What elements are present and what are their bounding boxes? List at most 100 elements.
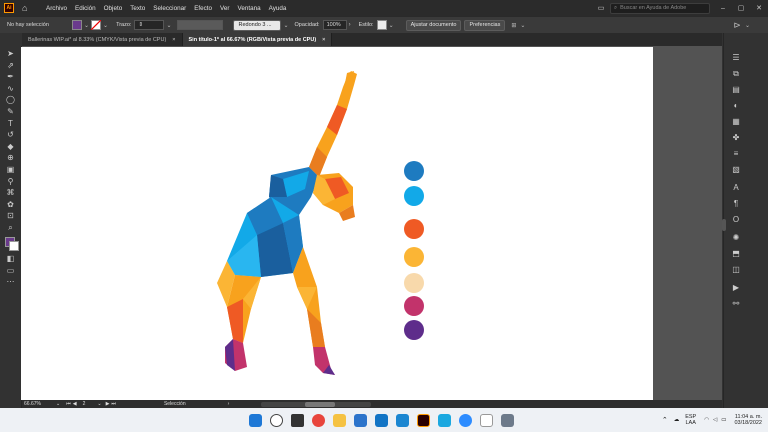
close-icon[interactable]: ✕ [750,4,768,12]
variable-width-field[interactable] [177,20,224,30]
blend-tool-icon[interactable]: ⌘ [4,188,18,198]
scrollbar-thumb[interactable] [305,401,336,407]
gradient-icon[interactable]: ▧ [730,165,742,175]
opentype-icon[interactable]: O [730,215,742,225]
shape-builder-tool-icon[interactable]: ⊕ [4,153,18,163]
battery-icon[interactable]: ▭ [721,417,726,423]
menu-objeto[interactable]: Objeto [104,5,123,12]
paintbrush-tool-icon[interactable]: ✎ [4,107,18,117]
fit-document-button[interactable]: Ajustar documento [405,19,462,31]
share-icon[interactable]: ⊳ [733,20,741,31]
fill-stroke-widget[interactable] [4,235,19,253]
style-swatch[interactable] [376,20,387,30]
arrange-docs-icon[interactable]: ▭ [592,4,610,12]
palette-swatch-cyan[interactable] [404,186,424,206]
wifi-icon[interactable]: ◠ [704,417,709,423]
chevron-down-icon[interactable]: ⌄ [166,22,171,29]
calculator-icon[interactable] [501,413,514,427]
screen-mode-icon[interactable]: ▭ [4,266,18,276]
paint-icon[interactable] [480,413,493,427]
illustrator-icon[interactable] [417,413,430,427]
layers-icon[interactable]: ⧉ [730,69,742,79]
chevron-right-icon[interactable]: › [349,22,351,28]
palette-swatch-orange[interactable] [404,219,424,239]
chrome-icon[interactable] [312,413,325,427]
onedrive-icon[interactable]: ☁ [674,417,680,423]
clock[interactable]: 11:04 a. m. 03/18/2022 [734,414,762,426]
first-page-icon[interactable]: ⏮ [66,401,71,407]
chevron-down-icon[interactable]: ⌄ [745,22,750,29]
symbol-sprayer-tool-icon[interactable]: ✿ [4,200,18,210]
search-icon[interactable] [270,413,283,427]
swatches-icon[interactable]: ▦ [730,117,742,127]
stroke-swatch[interactable] [91,20,102,30]
mail-icon[interactable] [375,413,388,427]
stroke-icon[interactable]: ≡ [730,149,742,159]
skype-icon[interactable] [438,413,451,427]
close-icon[interactable]: × [322,37,325,43]
prev-page-icon[interactable]: ◀ [73,401,77,407]
ballerina-illustration[interactable] [21,47,653,400]
preferences-button[interactable]: Preferencias [464,19,506,31]
zoom-tool-icon[interactable]: ⌕ [4,223,18,233]
menu-seleccionar[interactable]: Seleccionar [153,5,186,12]
properties-icon[interactable]: ☰ [730,53,742,63]
scrollbar-horizontal[interactable] [261,401,372,407]
links-icon[interactable]: ⚯ [730,299,742,309]
tab-sin-titulo[interactable]: Sin título-1* al 66.67% (RGB/Vista previ… [182,33,333,46]
palette-swatch-magenta[interactable] [404,296,424,316]
photos-icon[interactable] [396,413,409,427]
chevron-down-icon[interactable]: ⌄ [84,22,89,29]
artboard-tool-icon[interactable]: ⊡ [4,211,18,221]
task-view-icon[interactable] [291,413,304,427]
zoom-app-icon[interactable] [459,413,472,427]
arrange-icon[interactable]: ⊞ [511,22,516,29]
color-icon[interactable]: ◐ [730,101,742,111]
store-icon[interactable] [354,413,367,427]
chevron-down-icon[interactable]: ⌄ [389,22,394,29]
palette-swatch-cream[interactable] [404,273,424,293]
menu-efecto[interactable]: Efecto [194,5,212,12]
menu-texto[interactable]: Texto [130,5,145,12]
actions-icon[interactable]: ▶ [730,283,742,293]
appearance-icon[interactable]: ✺ [730,233,742,243]
ellipse-tool-icon[interactable]: ◯ [4,95,18,105]
selection-tool-icon[interactable]: ➤ [4,49,18,59]
tab-ballerinas[interactable]: Ballerinas WIP.ai* al 8.33% (CMYK/Vista … [22,33,183,46]
windows-start-icon[interactable] [249,413,262,427]
color-mode-icon[interactable]: ◧ [4,254,18,264]
eraser-tool-icon[interactable]: ◆ [4,142,18,152]
chevron-up-icon[interactable]: ⌃ [662,416,668,424]
help-search-input[interactable]: ⌕ Buscar en Ayuda de Adobe [610,2,710,14]
chevron-down-icon[interactable]: ⌄ [97,401,101,407]
opacity-input[interactable]: 100% [322,20,347,30]
volume-icon[interactable]: ◁ [713,417,717,423]
palette-swatch-blue[interactable] [404,161,424,181]
zoom-level[interactable]: 66.67% [24,401,52,407]
fill-swatch[interactable] [72,20,82,30]
transparency-icon[interactable]: ◫ [730,265,742,275]
home-icon[interactable]: ⌂ [22,3,32,13]
eyedropper-tool-icon[interactable]: ⚲ [4,177,18,187]
page-number[interactable]: 2 [83,401,86,407]
brush-select[interactable]: Redondo 3 ... [233,19,282,31]
libraries-icon[interactable]: ▤ [730,85,742,95]
language-indicator[interactable]: ESP LAA [685,414,696,426]
direct-selection-tool-icon[interactable]: ⇗ [4,61,18,71]
more-tools-icon[interactable]: ⋯ [4,277,18,287]
menu-ayuda[interactable]: Ayuda [269,5,287,12]
curvature-tool-icon[interactable]: ∿ [4,84,18,94]
brushes-icon[interactable]: ✤ [730,133,742,143]
close-icon[interactable]: × [172,37,175,43]
status-menu-icon[interactable]: › [228,401,230,407]
paragraph-icon[interactable]: ¶ [730,199,742,209]
palette-swatch-purple[interactable] [404,320,424,340]
palette-swatch-yellow[interactable] [404,247,424,267]
stroke-weight-input[interactable]: ⇕ [134,20,165,30]
chevron-down-icon[interactable]: ⌄ [520,22,525,29]
rectangle-grid-tool-icon[interactable]: ▣ [4,165,18,175]
next-page-icon[interactable]: ▶ [106,401,110,407]
artboard[interactable] [21,47,653,400]
menu-ventana[interactable]: Ventana [238,5,261,12]
menu-ver[interactable]: Ver [220,5,229,12]
